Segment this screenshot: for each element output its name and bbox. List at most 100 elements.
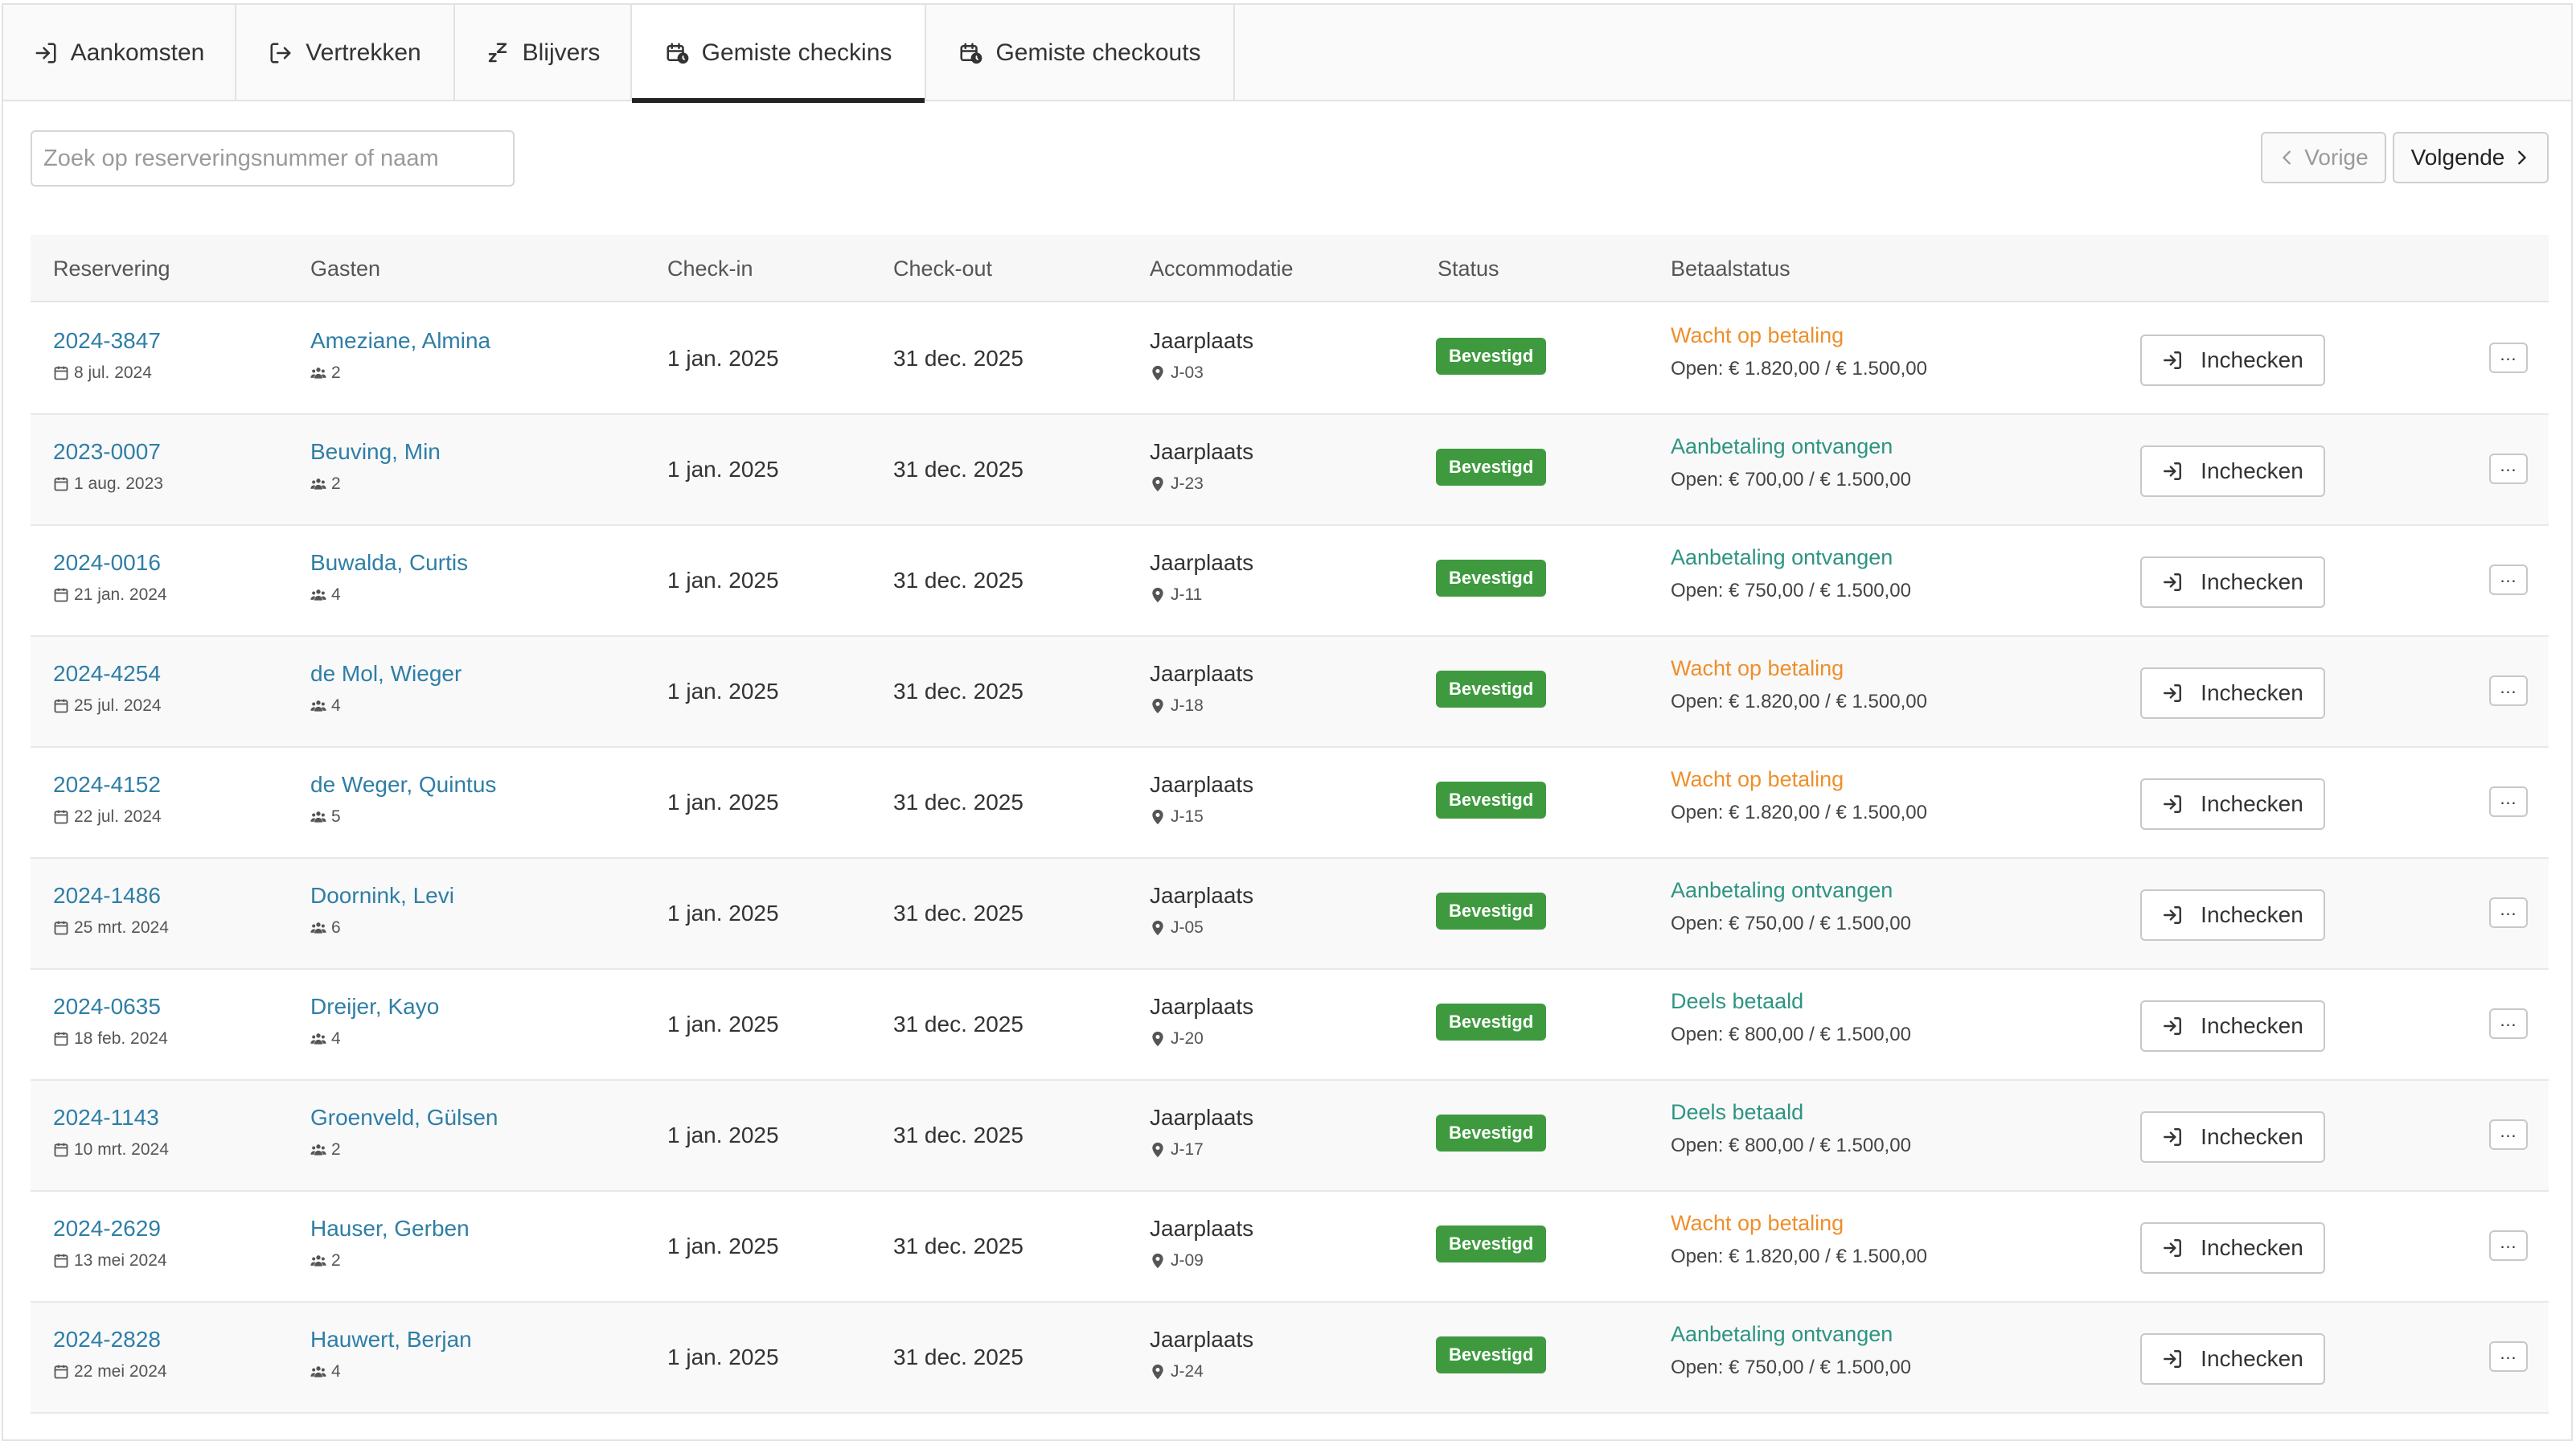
check-in-button[interactable]: Inchecken	[2140, 445, 2325, 497]
check-out-date: 31 dec. 2025	[893, 346, 1023, 371]
payment-open-amount: Open: € 1.820,00 / € 1.500,00	[1671, 1246, 1927, 1267]
calendar-icon	[54, 366, 68, 380]
accommodation-place: J-15	[1171, 807, 1204, 826]
payment-open-amount: Open: € 800,00 / € 1.500,00	[1671, 1135, 1911, 1156]
check-out-date: 31 dec. 2025	[893, 679, 1023, 704]
check-in-button[interactable]: Inchecken	[2140, 778, 2325, 830]
check-in-button[interactable]: Inchecken	[2140, 1000, 2325, 1052]
reservation-link[interactable]: 2024-1143	[53, 1105, 169, 1131]
check-in-button[interactable]: Inchecken	[2140, 1222, 2325, 1274]
check-in-date: 1 jan. 2025	[667, 1234, 779, 1258]
guest-link[interactable]: Buwalda, Curtis	[310, 550, 468, 576]
check-in-button[interactable]: Inchecken	[2140, 889, 2325, 941]
guest-link[interactable]: de Mol, Wieger	[310, 661, 461, 687]
check-out-date: 31 dec. 2025	[893, 457, 1023, 482]
check-in-date: 1 jan. 2025	[667, 457, 779, 482]
table-row: 2024-4254 25 jul. 2024 de Mol, Wieger 4 …	[31, 637, 2549, 748]
tab-blijvers[interactable]: Blijvers	[455, 5, 632, 101]
column-header-gasten: Gasten	[310, 256, 381, 281]
guest-link[interactable]: Ameziane, Almina	[310, 328, 490, 354]
column-header-accommodatie: Accommodatie	[1150, 256, 1294, 281]
tab-gemiste-checkouts[interactable]: Gemiste checkouts	[926, 5, 1235, 101]
guest-link[interactable]: Hauser, Gerben	[310, 1216, 470, 1242]
guest-link[interactable]: Doornink, Levi	[310, 883, 454, 909]
more-actions-button[interactable]: …	[2489, 675, 2528, 706]
map-pin-icon	[1152, 920, 1163, 936]
users-icon	[310, 1033, 326, 1045]
reservation-link[interactable]: 2024-2828	[53, 1327, 167, 1353]
sign-out-icon	[270, 43, 291, 64]
guest-count: 2	[331, 1140, 341, 1159]
accommodation-type: Jaarplaats	[1150, 772, 1254, 797]
payment-status: Aanbetaling ontvangen	[1671, 878, 1893, 902]
reservation-link[interactable]: 2024-3847	[53, 328, 161, 354]
status-badge: Bevestigd	[1436, 1225, 1547, 1262]
users-icon	[310, 1366, 326, 1377]
reservation-link[interactable]: 2023-0007	[53, 439, 163, 465]
more-actions-button[interactable]: …	[2489, 786, 2528, 817]
reservation-link[interactable]: 2024-2629	[53, 1216, 167, 1242]
more-actions-button[interactable]: …	[2489, 454, 2528, 484]
more-actions-button[interactable]: …	[2489, 564, 2528, 595]
check-in-label: Inchecken	[2201, 1346, 2303, 1371]
reservation-link[interactable]: 2024-1486	[53, 883, 169, 909]
accommodation-type: Jaarplaats	[1150, 661, 1254, 686]
guest-link[interactable]: de Weger, Quintus	[310, 772, 496, 798]
check-in-button[interactable]: Inchecken	[2140, 1111, 2325, 1163]
more-actions-button[interactable]: …	[2489, 1230, 2528, 1261]
check-in-date: 1 jan. 2025	[667, 346, 779, 371]
more-actions-button[interactable]: …	[2489, 1008, 2528, 1039]
users-icon	[310, 478, 326, 490]
next-page-button[interactable]: Volgende	[2393, 132, 2549, 183]
ellipsis-icon: …	[2499, 788, 2518, 808]
payment-status: Deels betaald	[1671, 1100, 1804, 1124]
map-pin-icon	[1152, 365, 1163, 381]
guest-link[interactable]: Beuving, Min	[310, 439, 441, 465]
accommodation-place: J-23	[1171, 474, 1204, 493]
reservation-link[interactable]: 2024-4254	[53, 661, 162, 687]
check-in-label: Inchecken	[2201, 680, 2303, 705]
ellipsis-icon: …	[2499, 1343, 2518, 1363]
tab-vertrekken[interactable]: Vertrekken	[236, 5, 455, 101]
check-out-date: 31 dec. 2025	[893, 1345, 1023, 1369]
payment-status: Deels betaald	[1671, 989, 1804, 1013]
status-badge: Bevestigd	[1436, 1336, 1547, 1373]
reservation-date: 25 mrt. 2024	[74, 918, 169, 937]
guest-count: 2	[331, 474, 341, 493]
guest-count: 6	[331, 918, 341, 937]
reservation-date: 22 jul. 2024	[74, 807, 162, 826]
reservation-link[interactable]: 2024-4152	[53, 772, 162, 798]
guest-link[interactable]: Groenveld, Gülsen	[310, 1105, 498, 1131]
guest-count: 2	[331, 363, 341, 382]
previous-page-button[interactable]: Vorige	[2261, 132, 2386, 183]
reservation-date: 21 jan. 2024	[74, 585, 167, 604]
sign-in-icon	[2164, 573, 2182, 591]
tab-aankomsten[interactable]: Aankomsten	[3, 5, 236, 101]
tab-gemiste-checkins[interactable]: Gemiste checkins	[632, 5, 926, 103]
reservation-link[interactable]: 2024-0635	[53, 994, 168, 1020]
check-in-button[interactable]: Inchecken	[2140, 667, 2325, 719]
check-in-button[interactable]: Inchecken	[2140, 335, 2325, 386]
payment-open-amount: Open: € 700,00 / € 1.500,00	[1671, 469, 1911, 491]
calendar-clock-icon	[960, 43, 982, 64]
more-actions-button[interactable]: …	[2489, 897, 2528, 928]
more-actions-button[interactable]: …	[2489, 343, 2528, 373]
search-input[interactable]	[31, 130, 515, 187]
check-in-button[interactable]: Inchecken	[2140, 1333, 2325, 1385]
calendar-icon	[54, 699, 68, 713]
sign-in-icon	[2164, 684, 2182, 702]
check-in-button[interactable]: Inchecken	[2140, 556, 2325, 608]
more-actions-button[interactable]: …	[2489, 1341, 2528, 1372]
sign-in-icon	[2164, 1128, 2182, 1146]
more-actions-button[interactable]: …	[2489, 1119, 2528, 1150]
table-row: 2024-1486 25 mrt. 2024 Doornink, Levi 6 …	[31, 859, 2549, 970]
guest-count: 5	[331, 807, 341, 826]
users-icon	[310, 1255, 326, 1267]
ellipsis-icon: …	[2499, 677, 2518, 697]
map-pin-icon	[1152, 809, 1163, 825]
reservation-link[interactable]: 2024-0016	[53, 550, 167, 576]
users-icon	[310, 589, 326, 601]
guest-link[interactable]: Dreijer, Kayo	[310, 994, 439, 1020]
check-in-date: 1 jan. 2025	[667, 679, 779, 704]
guest-link[interactable]: Hauwert, Berjan	[310, 1327, 472, 1353]
